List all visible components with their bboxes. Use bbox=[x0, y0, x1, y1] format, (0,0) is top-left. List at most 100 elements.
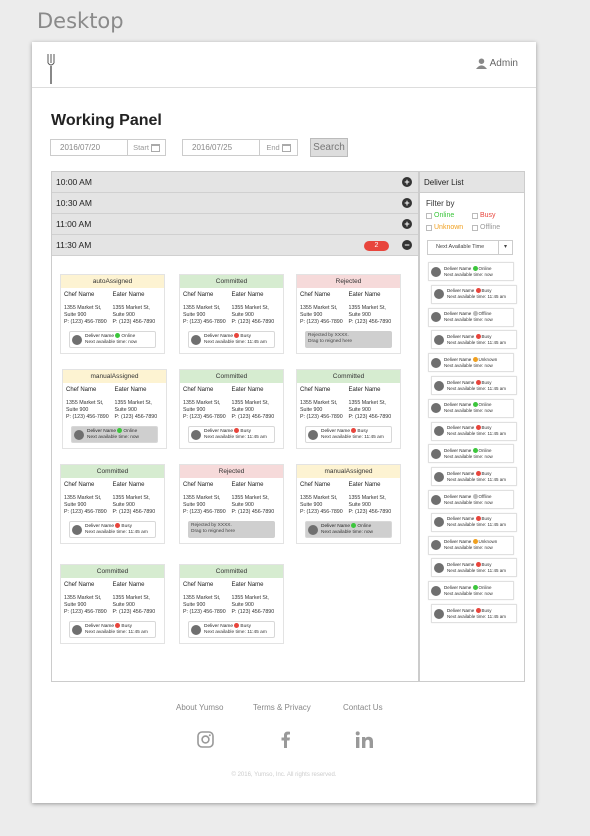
eater-header: Eater Name bbox=[231, 387, 264, 393]
driver-item[interactable]: Deliver Name Busy Next available time: 1… bbox=[431, 558, 517, 578]
rejected-note[interactable]: Rejected by XXXX. Drag to reigned here bbox=[305, 331, 392, 348]
driver-status: Offline bbox=[478, 311, 492, 317]
order-card[interactable]: manualAssigned Chef Name 1355 Market St,… bbox=[296, 464, 401, 544]
admin-menu[interactable]: Admin bbox=[475, 58, 518, 69]
deliver-name: Deliver Name bbox=[447, 425, 475, 431]
next-available: Next available time: 11:45 am bbox=[204, 435, 267, 440]
driver-item[interactable]: Deliver Name Online Next available time:… bbox=[428, 262, 514, 281]
driver-item[interactable]: Deliver Name Busy Next available time: 1… bbox=[431, 421, 517, 441]
driver-item[interactable]: Deliver Name Unknown Next available time… bbox=[428, 535, 514, 555]
deliver-name: Deliver Name bbox=[85, 524, 115, 529]
time-slot-row[interactable]: 11:00 AM + bbox=[52, 214, 418, 235]
order-card[interactable]: Committed Chef Name 1355 Market St, Suite… bbox=[179, 564, 284, 644]
order-card[interactable]: Committed Chef Name 1355 Market St, Suite… bbox=[60, 464, 165, 544]
eater-header: Eater Name bbox=[231, 582, 264, 588]
instagram-icon[interactable] bbox=[197, 731, 214, 748]
assigned-driver[interactable]: Deliver Name Online Next available time:… bbox=[69, 331, 156, 348]
deliver-name: Deliver Name bbox=[447, 333, 475, 339]
expand-plus-icon[interactable]: + bbox=[402, 219, 412, 229]
chef-header: Chef Name bbox=[300, 482, 331, 488]
footer-link-about[interactable]: About Yumso bbox=[176, 703, 223, 712]
expand-plus-icon[interactable]: + bbox=[402, 177, 412, 187]
driver-item[interactable]: Deliver Name Online Next available time:… bbox=[428, 581, 514, 601]
status-dot bbox=[234, 623, 240, 628]
collapse-minus-icon[interactable]: − bbox=[402, 240, 412, 250]
fork-logo-icon[interactable] bbox=[46, 54, 56, 84]
order-card[interactable]: Committed Chef Name 1355 Market St, Suite… bbox=[179, 369, 284, 449]
eater-header: Eater Name bbox=[348, 387, 381, 393]
checkbox[interactable] bbox=[472, 224, 478, 231]
filter-option-busy[interactable]: Busy bbox=[472, 212, 496, 219]
chef-header: Chef Name bbox=[183, 582, 214, 588]
linkedin-icon[interactable] bbox=[355, 731, 374, 748]
time-slot-row-expanded[interactable]: 11:30 AM 2 − bbox=[52, 235, 418, 256]
driver-status: Online bbox=[121, 334, 136, 339]
order-card[interactable]: Committed Chef Name 1355 Market St, Suite… bbox=[179, 274, 284, 354]
eater-address: 1355 Market St, Suite 900 P: (123) 456-789… bbox=[112, 305, 156, 325]
filter-option-online[interactable]: Online bbox=[426, 212, 454, 219]
chef-address: 1355 Market St, Suite 900 P: (123) 456-789… bbox=[183, 305, 226, 325]
filter-option-unknown[interactable]: Unknown bbox=[426, 224, 463, 231]
search-button[interactable]: Search bbox=[310, 138, 348, 157]
filter-label: Online bbox=[434, 212, 455, 219]
end-date-field[interactable]: 2016/07/25 End bbox=[182, 139, 298, 156]
driver-status: Offline bbox=[478, 493, 492, 499]
driver-item[interactable]: Deliver Name Offline Next available time… bbox=[428, 307, 514, 327]
avatar bbox=[434, 608, 444, 619]
order-card[interactable]: Committed Chef Name 1355 Market St, Suite… bbox=[296, 369, 401, 449]
sort-select[interactable]: Next Available Time ▾ bbox=[427, 240, 513, 255]
status-dot bbox=[472, 493, 478, 499]
rejected-note[interactable]: Rejected by XXXX. Drag to reigned here bbox=[188, 521, 275, 538]
facebook-icon[interactable] bbox=[279, 731, 291, 748]
chef-address: 1355 Market St, Suite 900 P: (123) 456-789… bbox=[66, 400, 109, 420]
avatar bbox=[72, 624, 82, 635]
assigned-driver[interactable]: Deliver Name Busy Next available time: 1… bbox=[188, 621, 275, 638]
footer-link-contact[interactable]: Contact Us bbox=[343, 703, 383, 712]
driver-item[interactable]: Deliver Name Busy Next available time: 1… bbox=[431, 604, 517, 623]
driver-item[interactable]: Deliver Name Busy Next available time: 1… bbox=[431, 330, 517, 350]
order-card[interactable]: Committed Chef Name 1355 Market St, Suite… bbox=[60, 564, 165, 644]
checkbox[interactable] bbox=[426, 212, 432, 219]
assigned-driver[interactable]: Deliver Name Busy Next available time: 1… bbox=[69, 521, 156, 538]
chef-header: Chef Name bbox=[300, 292, 331, 298]
driver-item[interactable]: Deliver Name Offline Next available time… bbox=[428, 490, 514, 509]
order-card[interactable]: Rejected Chef Name 1355 Market St, Suite … bbox=[179, 464, 284, 544]
footer-link-terms[interactable]: Terms & Privacy bbox=[253, 703, 311, 712]
driver-item[interactable]: Deliver Name Unknown Next available time… bbox=[428, 353, 514, 373]
status-dot bbox=[475, 288, 481, 294]
order-card[interactable]: autoAssigned Chef Name 1355 Market St, Su… bbox=[60, 274, 165, 354]
deliver-name: Deliver Name bbox=[447, 561, 475, 567]
card-status: manualAssigned bbox=[63, 370, 166, 383]
slot-time: 10:00 AM bbox=[56, 177, 92, 187]
start-date-field[interactable]: 2016/07/20 Start bbox=[50, 139, 166, 156]
time-slot-row[interactable]: 10:30 AM + bbox=[52, 193, 418, 214]
driver-item[interactable]: Deliver Name Busy Next available time: 1… bbox=[431, 376, 517, 395]
status-dot bbox=[475, 516, 481, 522]
filter-option-offline[interactable]: Offline bbox=[472, 224, 500, 231]
driver-item[interactable]: Deliver Name Online Next available time:… bbox=[428, 444, 514, 464]
assigned-driver[interactable]: Deliver Name Busy Next available time: 1… bbox=[69, 621, 156, 638]
status-dot bbox=[475, 425, 481, 431]
deliver-name: Deliver Name bbox=[321, 524, 351, 529]
avatar bbox=[434, 289, 444, 300]
driver-item[interactable]: Deliver Name Busy Next available time: 1… bbox=[431, 512, 517, 532]
expand-plus-icon[interactable]: + bbox=[402, 198, 412, 208]
assigned-driver[interactable]: Deliver Name Busy Next available time: 1… bbox=[188, 331, 275, 348]
assigned-driver[interactable]: Deliver Name Busy Next available time: 1… bbox=[188, 426, 275, 443]
time-slot-row[interactable]: 10:00 AM + bbox=[52, 172, 418, 193]
checkbox[interactable] bbox=[426, 224, 432, 231]
eater-header: Eater Name bbox=[112, 292, 145, 298]
order-card[interactable]: Rejected Chef Name 1355 Market St, Suite … bbox=[296, 274, 401, 354]
order-card[interactable]: manualAssigned Chef Name 1355 Market St,… bbox=[62, 369, 167, 449]
assigned-driver[interactable]: Deliver Name Online Next available time:… bbox=[71, 426, 158, 443]
driver-item[interactable]: Deliver Name Online Next available time:… bbox=[428, 398, 514, 418]
assigned-driver[interactable]: Deliver Name Online Next available time:… bbox=[305, 521, 392, 538]
checkbox[interactable] bbox=[472, 212, 478, 219]
filter-options: Online Busy Unknown Offline bbox=[420, 210, 524, 234]
driver-status: Online bbox=[478, 447, 492, 453]
chef-header: Chef Name bbox=[64, 482, 95, 488]
assigned-driver[interactable]: Deliver Name Busy Next available time: 1… bbox=[305, 426, 392, 443]
driver-item[interactable]: Deliver Name Busy Next available time: 1… bbox=[431, 284, 517, 304]
driver-item[interactable]: Deliver Name Busy Next available time: 1… bbox=[431, 467, 517, 487]
driver-status: Online bbox=[478, 265, 492, 271]
